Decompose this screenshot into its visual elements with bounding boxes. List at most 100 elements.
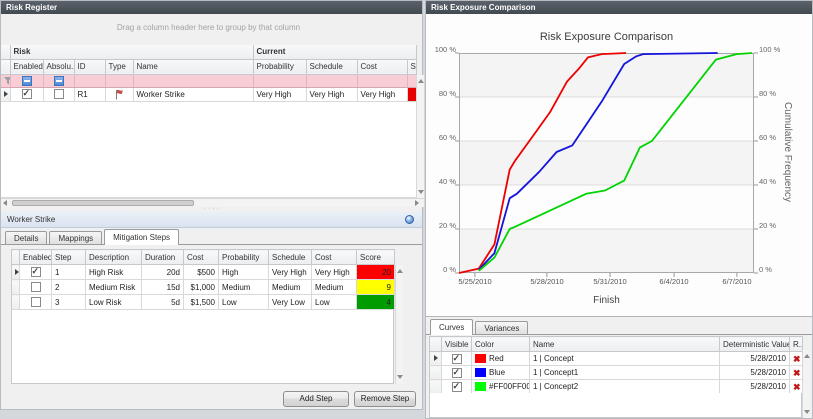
description-cell[interactable]: Low Risk xyxy=(86,295,142,310)
filter-absolute-checkbox-icon[interactable] xyxy=(43,74,74,87)
score-cell[interactable]: 4 xyxy=(357,295,395,310)
filter-enabled-checkbox-icon[interactable] xyxy=(10,74,43,87)
row-indicator[interactable] xyxy=(1,87,10,101)
col-color[interactable]: Color xyxy=(472,337,530,352)
group-header-current[interactable]: Current xyxy=(253,45,416,59)
description-cell[interactable]: High Risk xyxy=(86,265,142,280)
schedule-cell[interactable]: Very Low xyxy=(269,295,312,310)
tab-mitigation-steps[interactable]: Mitigation Steps xyxy=(104,229,179,245)
cost-cell[interactable]: $500 xyxy=(184,265,219,280)
schedule-cell[interactable]: Medium xyxy=(269,280,312,295)
collapse-icon[interactable] xyxy=(405,215,414,224)
score-cell[interactable]: 9 xyxy=(357,280,395,295)
mitigation-vertical-scrollbar[interactable] xyxy=(395,265,403,384)
enabled-checkbox[interactable] xyxy=(10,87,43,101)
visible-checkbox[interactable] xyxy=(442,352,472,366)
curves-vertical-scrollbar[interactable] xyxy=(802,350,810,418)
curve-name-cell[interactable]: 1 | Concept xyxy=(530,352,720,366)
remove-step-button[interactable]: Remove Step xyxy=(354,391,416,407)
filter-cell[interactable] xyxy=(74,74,105,87)
visible-checkbox[interactable] xyxy=(442,366,472,380)
row-indicator[interactable] xyxy=(12,295,20,310)
deterministic-value-cell[interactable]: 5/28/2010 xyxy=(720,380,790,394)
delete-curve-icon[interactable]: ✖ xyxy=(790,352,803,366)
col-score[interactable]: Sc xyxy=(407,59,416,74)
filter-cell[interactable] xyxy=(407,74,416,87)
step-enabled-checkbox[interactable] xyxy=(20,265,52,280)
delete-curve-icon[interactable]: ✖ xyxy=(790,366,803,380)
filter-cell[interactable] xyxy=(306,74,357,87)
risk-name-cell[interactable]: Worker Strike xyxy=(133,87,253,101)
col-probability[interactable]: Probability xyxy=(253,59,306,74)
col-name[interactable]: Name xyxy=(530,337,720,352)
col-id[interactable]: ID xyxy=(74,59,105,74)
row-indicator[interactable] xyxy=(430,380,442,394)
col-deterministic-value[interactable]: Deterministic Value xyxy=(720,337,790,352)
curve-name-cell[interactable]: 1 | Concept1 xyxy=(530,366,720,380)
filter-cell[interactable] xyxy=(133,74,253,87)
col-score[interactable]: Score xyxy=(357,250,395,265)
step-enabled-checkbox[interactable] xyxy=(20,280,52,295)
duration-cell[interactable]: 15d xyxy=(142,280,184,295)
register-vertical-scrollbar[interactable] xyxy=(416,75,424,198)
step-enabled-checkbox[interactable] xyxy=(20,295,52,310)
cost2-cell[interactable]: Medium xyxy=(312,280,357,295)
row-indicator[interactable] xyxy=(430,366,442,380)
filter-cell[interactable] xyxy=(105,74,133,87)
row-indicator[interactable] xyxy=(12,280,20,295)
risk-probability-cell[interactable]: Very High xyxy=(253,87,306,101)
curve-name-cell[interactable]: 1 | Concept2 xyxy=(530,380,720,394)
cost-cell[interactable]: $1,500 xyxy=(184,295,219,310)
col-cost[interactable]: Cost xyxy=(184,250,219,265)
delete-curve-icon[interactable]: ✖ xyxy=(790,380,803,394)
col-remove[interactable]: R... xyxy=(790,337,803,352)
col-schedule[interactable]: Schedule xyxy=(306,59,357,74)
duration-cell[interactable]: 20d xyxy=(142,265,184,280)
col-probability[interactable]: Probability xyxy=(219,250,269,265)
score-cell[interactable]: 20 xyxy=(357,265,395,280)
visible-checkbox[interactable] xyxy=(442,380,472,394)
description-cell[interactable]: Medium Risk xyxy=(86,280,142,295)
tab-curves[interactable]: Curves xyxy=(430,319,473,335)
group-header-risk[interactable]: Risk xyxy=(10,45,253,59)
risk-score-cell[interactable] xyxy=(407,87,416,101)
probability-cell[interactable]: Low xyxy=(219,295,269,310)
risk-id-cell[interactable]: R1 xyxy=(74,87,105,101)
tab-details[interactable]: Details xyxy=(5,231,47,245)
row-indicator[interactable] xyxy=(430,352,442,366)
step-cell[interactable]: 3 xyxy=(52,295,86,310)
risk-cost-cell[interactable]: Very High xyxy=(357,87,407,101)
step-cell[interactable]: 1 xyxy=(52,265,86,280)
color-cell[interactable]: #FF00FF00 xyxy=(472,380,530,394)
cost2-cell[interactable]: Very High xyxy=(312,265,357,280)
tab-variances[interactable]: Variances xyxy=(475,321,528,335)
deterministic-value-cell[interactable]: 5/28/2010 xyxy=(720,352,790,366)
probability-cell[interactable]: High xyxy=(219,265,269,280)
filter-cell[interactable] xyxy=(253,74,306,87)
color-cell[interactable]: Red xyxy=(472,352,530,366)
col-visible[interactable]: Visible xyxy=(442,337,472,352)
duration-cell[interactable]: 5d xyxy=(142,295,184,310)
col-schedule[interactable]: Schedule xyxy=(269,250,312,265)
risk-schedule-cell[interactable]: Very High xyxy=(306,87,357,101)
cost2-cell[interactable]: Low xyxy=(312,295,357,310)
col-type[interactable]: Type xyxy=(105,59,133,74)
col-cost2[interactable]: Cost xyxy=(312,250,357,265)
col-step[interactable]: Step xyxy=(52,250,86,265)
probability-cell[interactable]: Medium xyxy=(219,280,269,295)
col-name[interactable]: Name xyxy=(133,59,253,74)
col-cost[interactable]: Cost xyxy=(357,59,407,74)
filter-cell[interactable] xyxy=(357,74,407,87)
col-absolute[interactable]: Absolu... xyxy=(43,59,74,74)
schedule-cell[interactable]: Very High xyxy=(269,265,312,280)
color-cell[interactable]: Blue xyxy=(472,366,530,380)
col-enabled[interactable]: Enabled xyxy=(20,250,52,265)
cost-cell[interactable]: $1,000 xyxy=(184,280,219,295)
tab-mappings[interactable]: Mappings xyxy=(49,231,102,245)
group-by-hint[interactable]: Drag a column header here to group by th… xyxy=(1,23,416,32)
col-enabled[interactable]: Enabled xyxy=(10,59,43,74)
step-cell[interactable]: 2 xyxy=(52,280,86,295)
row-indicator[interactable] xyxy=(12,265,20,280)
add-step-button[interactable]: Add Step xyxy=(283,391,349,407)
flag-icon[interactable] xyxy=(105,87,133,101)
